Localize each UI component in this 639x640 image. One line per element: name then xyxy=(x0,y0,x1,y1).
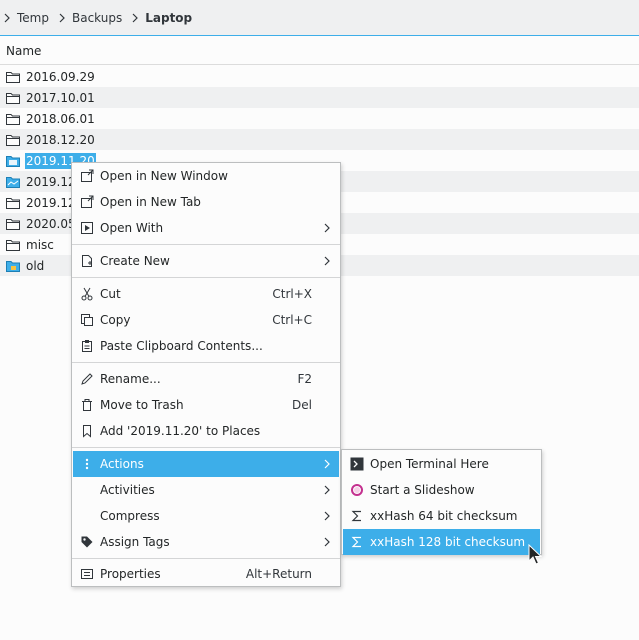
chevron-right-icon xyxy=(324,256,330,266)
chevron-right-icon xyxy=(0,13,14,23)
tab-new-icon xyxy=(80,195,94,209)
submenu-item-start-slideshow[interactable]: Start a Slideshow xyxy=(343,477,540,503)
folder-icon xyxy=(6,92,20,104)
folder-selected-icon xyxy=(6,155,20,167)
bookmark-icon xyxy=(80,424,94,438)
chevron-right-icon xyxy=(324,459,330,469)
overflow-menu-icon xyxy=(80,457,94,471)
folder-icon xyxy=(6,134,20,146)
menu-item-copy[interactable]: Copy Ctrl+C xyxy=(73,307,339,333)
chevron-right-icon xyxy=(324,537,330,547)
menu-item-create-new[interactable]: Create New xyxy=(73,248,339,274)
menu-separator xyxy=(72,362,340,363)
menu-item-open-new-tab[interactable]: Open in New Tab xyxy=(73,189,339,215)
menu-item-paste[interactable]: Paste Clipboard Contents... xyxy=(73,333,339,359)
column-header-label: Name xyxy=(6,43,42,58)
menu-item-compress[interactable]: Compress xyxy=(73,503,339,529)
chevron-right-icon xyxy=(324,223,330,233)
window-new-icon xyxy=(80,169,94,183)
menu-separator xyxy=(72,447,340,448)
menu-item-actions[interactable]: Actions xyxy=(73,451,339,477)
file-row[interactable]: 2018.12.20 xyxy=(0,129,639,150)
column-header-name[interactable]: Name xyxy=(0,37,639,65)
file-name: 2017.10.01 xyxy=(26,90,95,105)
file-name: 2016.09.29 xyxy=(26,69,95,84)
scissors-icon xyxy=(80,287,94,301)
document-new-icon xyxy=(80,254,94,268)
file-name: 2018.06.01 xyxy=(26,111,95,126)
sigma-icon xyxy=(350,509,364,523)
folder-blue-icon xyxy=(6,176,20,188)
folder-icon xyxy=(6,197,20,209)
slideshow-icon xyxy=(350,483,364,497)
chevron-right-icon xyxy=(324,511,330,521)
breadcrumb: Temp Backups Laptop xyxy=(0,0,639,36)
menu-item-cut[interactable]: Cut Ctrl+X xyxy=(73,281,339,307)
actions-submenu: Open Terminal Here Start a Slideshow xxH… xyxy=(341,449,542,555)
menu-item-assign-tags[interactable]: Assign Tags xyxy=(73,529,339,555)
sigma-icon xyxy=(350,535,364,549)
folder-icon xyxy=(6,71,20,83)
menu-item-move-to-trash[interactable]: Move to Trash Del xyxy=(73,392,339,418)
chevron-right-icon xyxy=(55,13,69,23)
file-name: old xyxy=(26,258,45,273)
file-row[interactable]: 2016.09.29 xyxy=(0,66,639,87)
file-name: misc xyxy=(26,237,54,252)
mouse-cursor-icon xyxy=(528,544,542,566)
submenu-item-xxhash128[interactable]: xxHash 128 bit checksum xyxy=(343,529,540,555)
pencil-icon xyxy=(80,372,94,386)
chevron-right-icon xyxy=(128,13,142,23)
menu-item-open-with[interactable]: Open With xyxy=(73,215,339,241)
properties-icon xyxy=(80,567,94,581)
menu-separator xyxy=(72,277,340,278)
menu-item-add-to-places[interactable]: Add '2019.11.20' to Places xyxy=(73,418,339,444)
tag-icon xyxy=(80,535,94,549)
terminal-icon xyxy=(350,457,364,471)
menu-separator xyxy=(72,244,340,245)
menu-item-rename[interactable]: Rename... F2 xyxy=(73,366,339,392)
trash-icon xyxy=(80,398,94,412)
chevron-right-icon xyxy=(324,485,330,495)
submenu-item-xxhash64[interactable]: xxHash 64 bit checksum xyxy=(343,503,540,529)
folder-icon xyxy=(6,218,20,230)
breadcrumb-item-temp[interactable]: Temp xyxy=(14,11,55,25)
copy-icon xyxy=(80,313,94,327)
file-name: 2018.12.20 xyxy=(26,132,95,147)
folder-icon xyxy=(6,113,20,125)
file-row[interactable]: 2017.10.01 xyxy=(0,87,639,108)
menu-item-open-new-window[interactable]: Open in New Window xyxy=(73,163,339,189)
folder-icon xyxy=(6,239,20,251)
submenu-item-open-terminal[interactable]: Open Terminal Here xyxy=(343,451,540,477)
open-with-icon xyxy=(80,221,94,235)
menu-item-activities[interactable]: Activities xyxy=(73,477,339,503)
clipboard-icon xyxy=(80,339,94,353)
context-menu: Open in New Window Open in New Tab Open … xyxy=(71,162,341,587)
breadcrumb-item-backups[interactable]: Backups xyxy=(69,11,128,25)
menu-item-properties[interactable]: Properties Alt+Return xyxy=(73,561,339,587)
folder-locked-icon xyxy=(6,260,20,272)
menu-separator xyxy=(72,558,340,559)
file-row[interactable]: 2018.06.01 xyxy=(0,108,639,129)
breadcrumb-item-laptop[interactable]: Laptop xyxy=(142,11,198,25)
